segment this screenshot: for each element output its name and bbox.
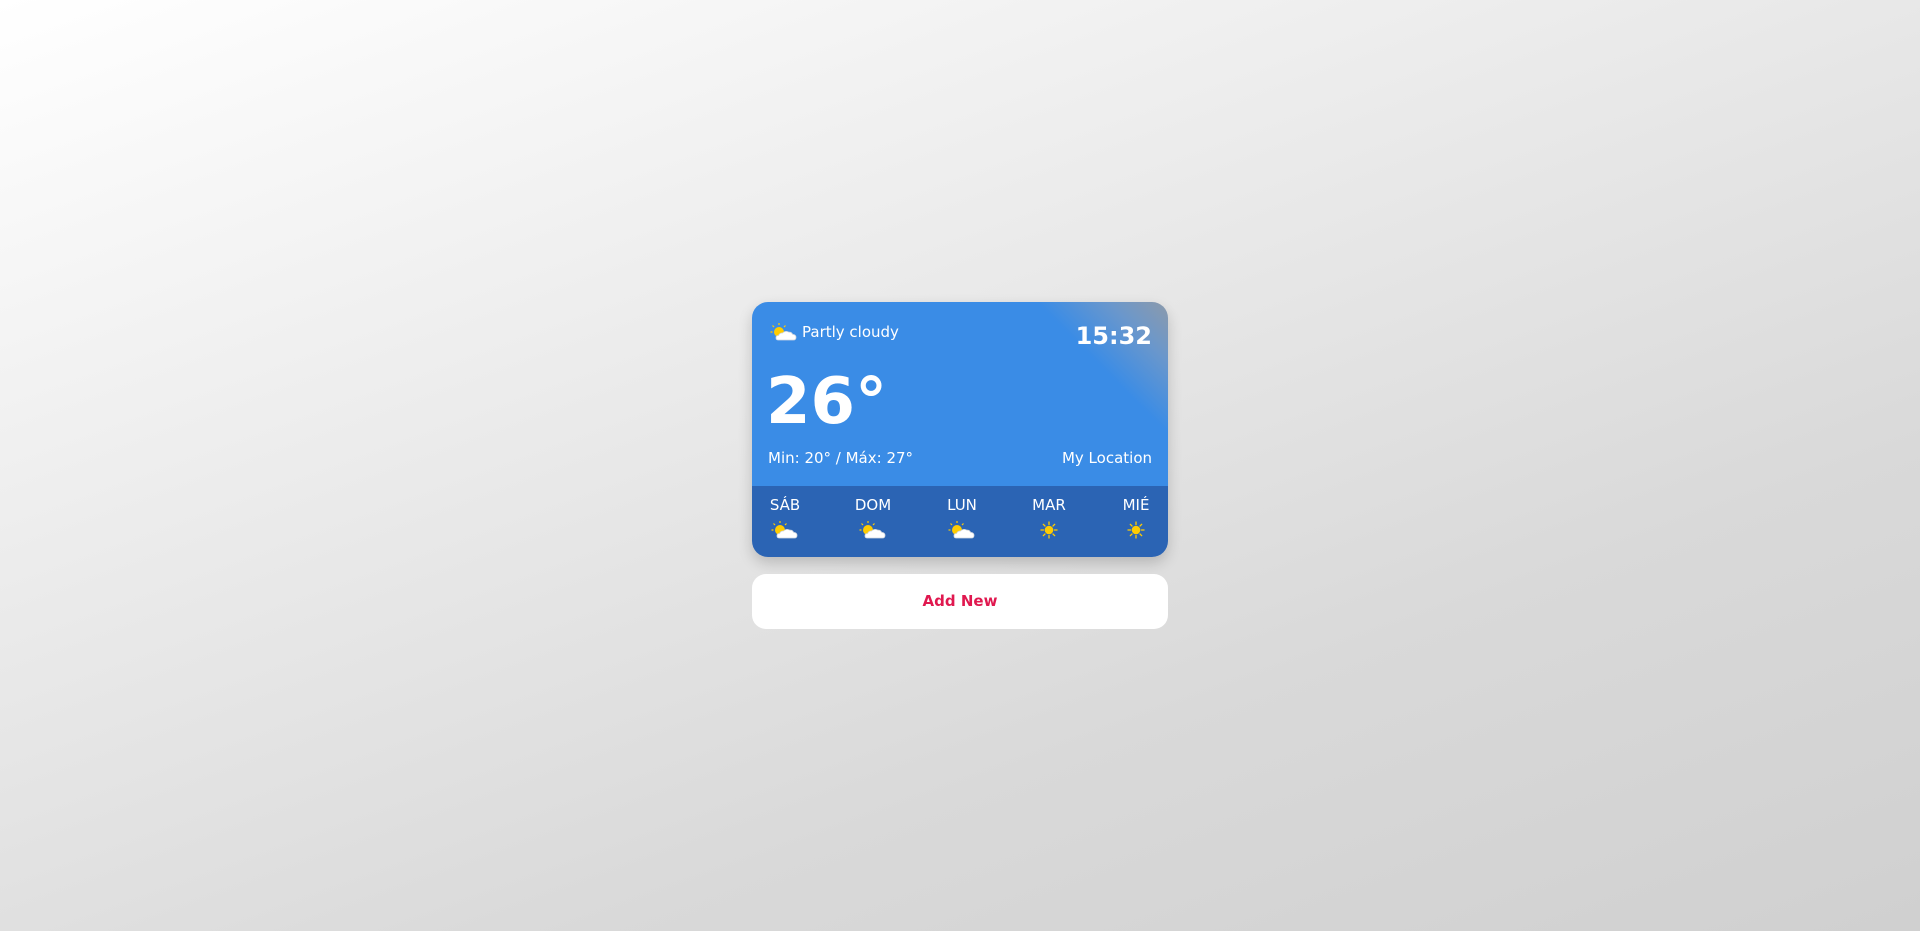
forecast-day: MIÉ bbox=[1106, 496, 1166, 540]
forecast-day-label: SÁB bbox=[769, 496, 801, 514]
current-time: 15:32 bbox=[1075, 322, 1152, 350]
forecast-row: SÁB DOM LUN MAR MIÉ bbox=[752, 486, 1168, 557]
partly-cloudy-icon bbox=[948, 521, 975, 539]
forecast-day: SÁB bbox=[755, 496, 815, 540]
condition-text: Partly cloudy bbox=[802, 323, 899, 341]
forecast-day-label: DOM bbox=[854, 496, 892, 514]
forecast-day: LUN bbox=[932, 496, 992, 540]
sun-icon bbox=[1127, 521, 1145, 539]
forecast-day-label: MAR bbox=[1032, 496, 1066, 514]
forecast-day: MAR bbox=[1019, 496, 1079, 540]
current-weather-panel: Partly cloudy 15:32 26° Min: 20° / Máx: … bbox=[752, 302, 1168, 486]
weather-widget[interactable]: Partly cloudy 15:32 26° Min: 20° / Máx: … bbox=[752, 302, 1168, 557]
current-temperature: 26° bbox=[766, 365, 888, 439]
partly-cloudy-icon bbox=[859, 521, 886, 539]
forecast-day-label: MIÉ bbox=[1122, 496, 1150, 514]
sun-icon bbox=[1040, 521, 1058, 539]
min-max-temperature: Min: 20° / Máx: 27° bbox=[768, 449, 914, 467]
partly-cloudy-icon bbox=[771, 521, 798, 539]
partly-cloudy-icon bbox=[770, 323, 797, 341]
forecast-day: DOM bbox=[843, 496, 903, 540]
forecast-day-label: LUN bbox=[947, 496, 977, 514]
current-condition: Partly cloudy bbox=[770, 320, 899, 344]
add-new-button[interactable]: Add New bbox=[752, 574, 1168, 629]
location-label: My Location bbox=[1061, 449, 1152, 467]
